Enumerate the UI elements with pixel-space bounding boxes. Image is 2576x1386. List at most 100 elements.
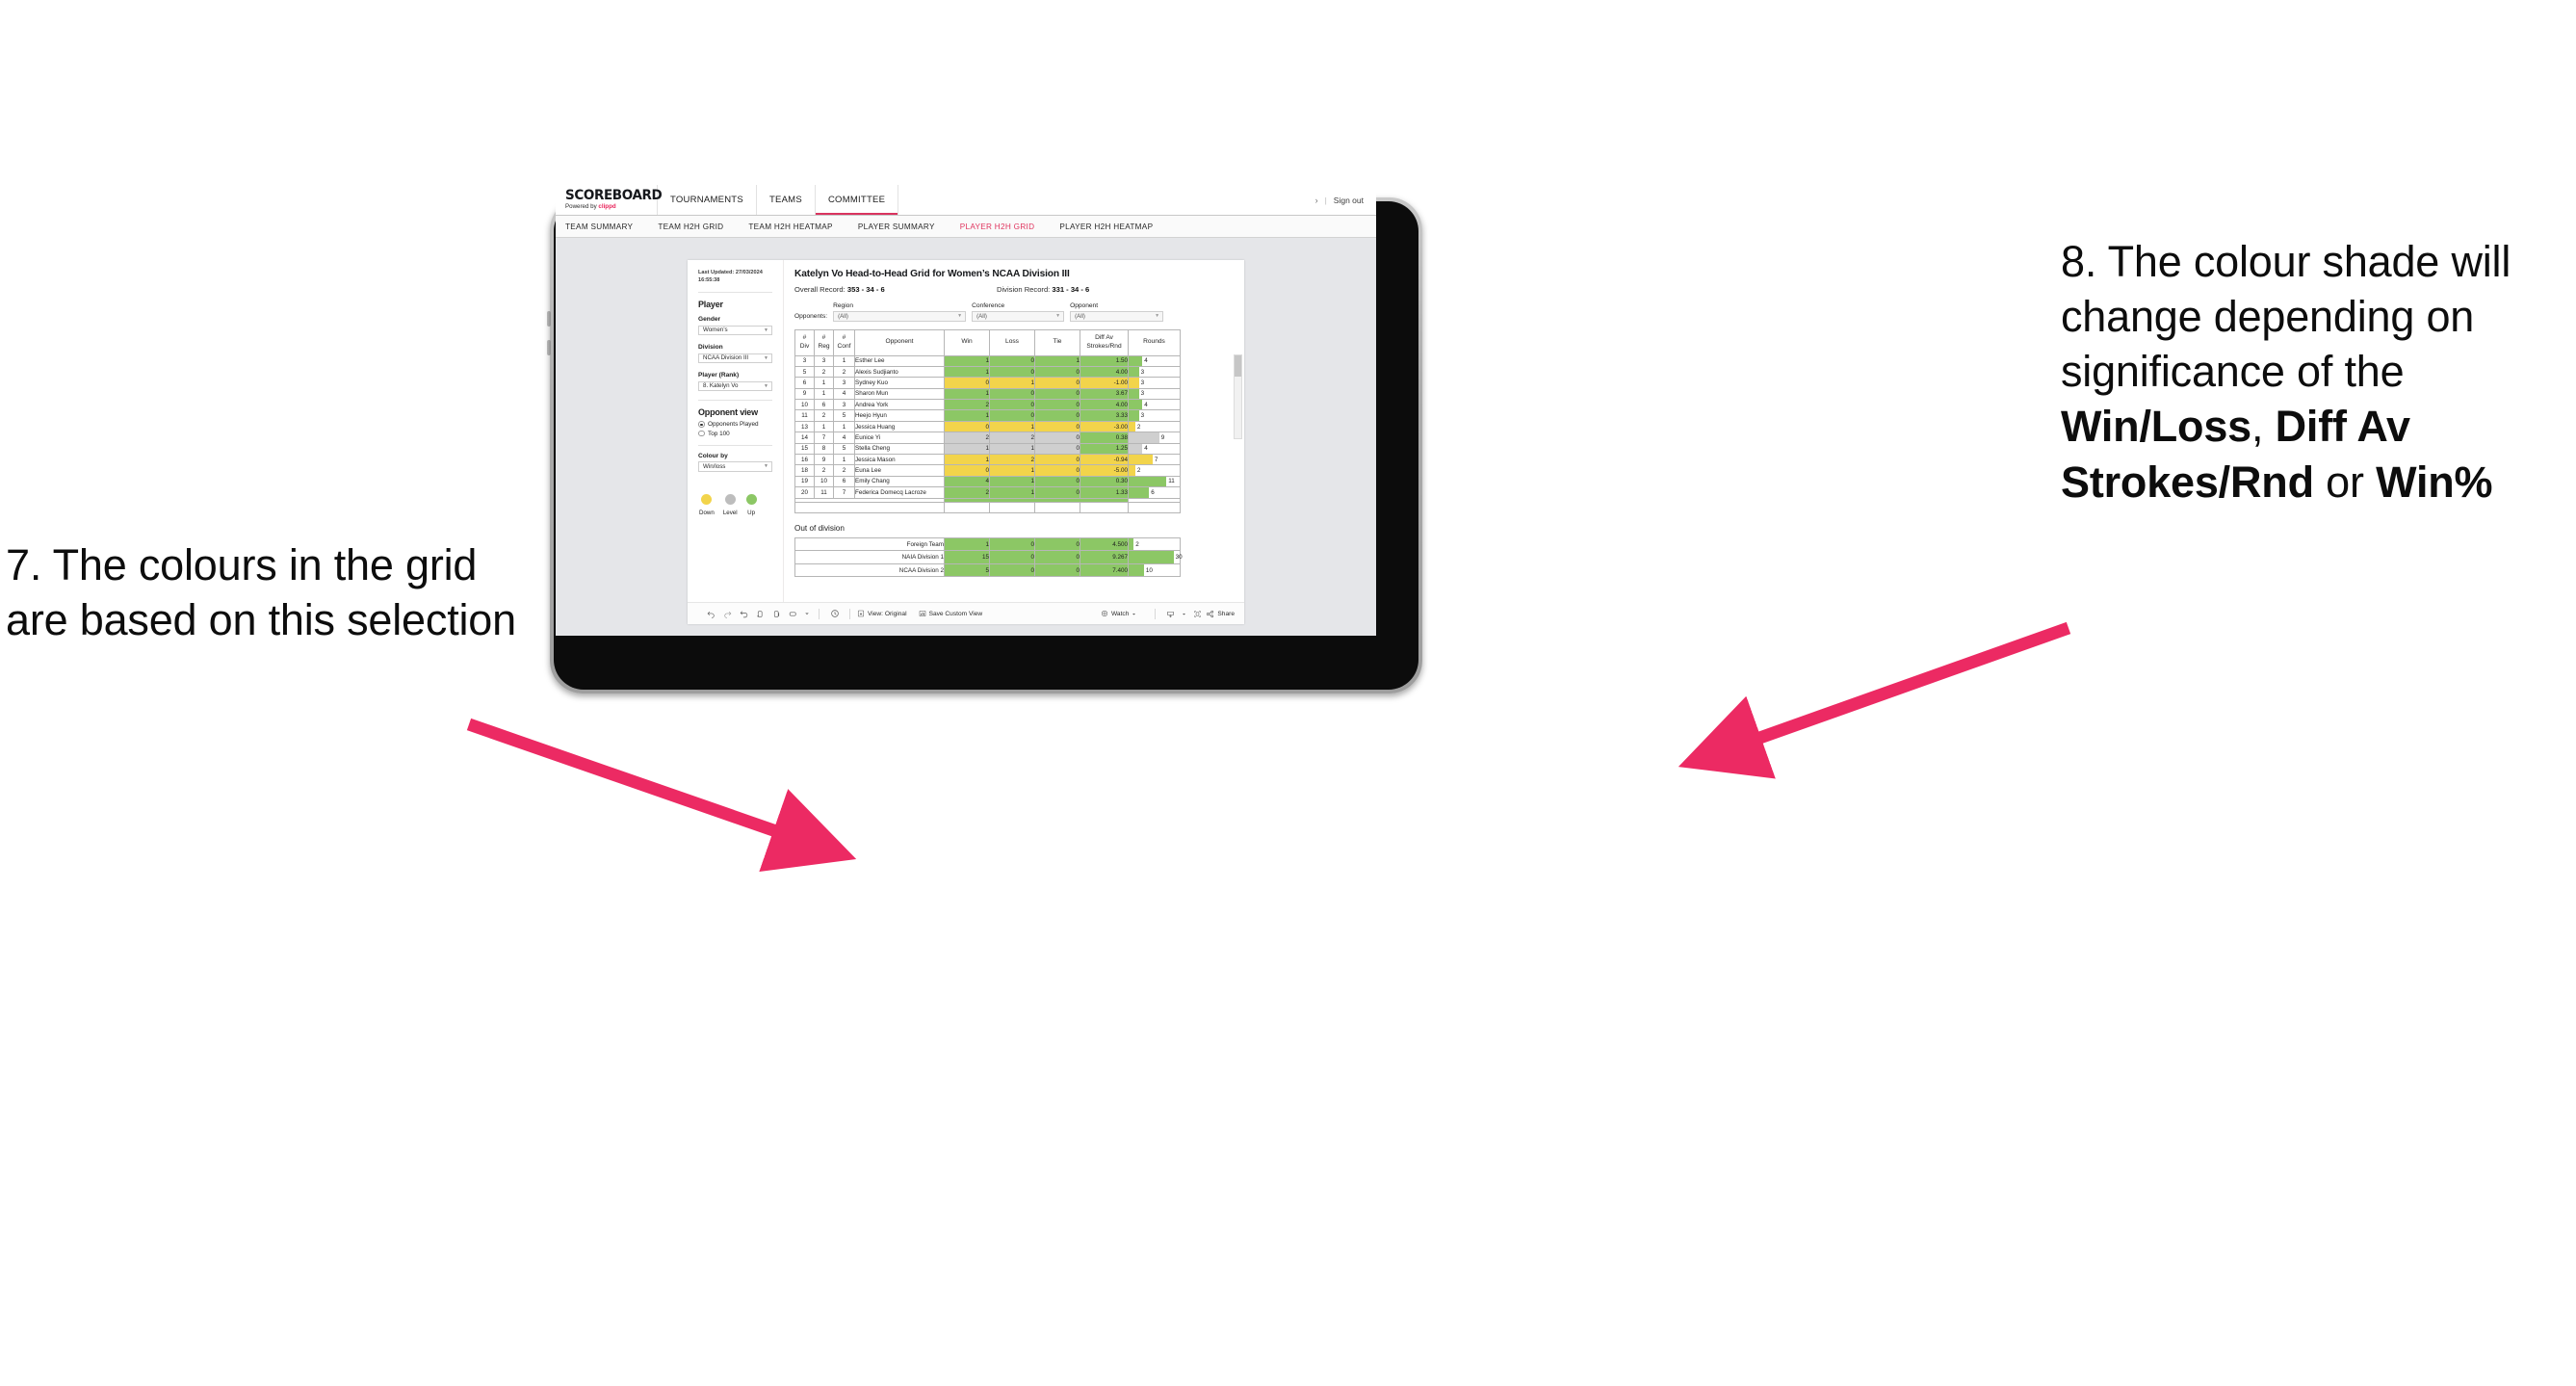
table-row[interactable]: 11 2 5 Heejo Hyun 1 0 0 3.33 3 bbox=[794, 409, 1181, 422]
subnav-team-summary[interactable]: TEAM SUMMARY bbox=[565, 222, 645, 231]
topnav-teams[interactable]: TEAMS bbox=[757, 185, 816, 215]
subnav-player-h2h-heatmap[interactable]: PLAYER H2H HEATMAP bbox=[1047, 222, 1165, 231]
revert-icon[interactable] bbox=[736, 610, 752, 618]
save-custom-view-button[interactable]: Save Custom View bbox=[919, 610, 983, 617]
cell-conf: 5 bbox=[833, 442, 855, 456]
table-row[interactable]: 20 11 7 Federica Domecq Lacroze 2 1 0 1.33 6 bbox=[794, 486, 1181, 499]
opponent-filter-select[interactable]: (All) ▼ bbox=[1070, 311, 1164, 322]
rounds-value: 10 bbox=[1145, 566, 1153, 574]
opponent-filters: Opponents: Region (All) ▼ Conference (Al… bbox=[794, 302, 1234, 322]
redo-icon[interactable] bbox=[719, 610, 736, 618]
cell-loss: 1 bbox=[989, 486, 1035, 499]
pause-updates-icon[interactable] bbox=[768, 610, 785, 618]
device-layout-icon[interactable] bbox=[785, 610, 801, 618]
brand-logo[interactable]: SCOREBOARD Powered by clippd bbox=[556, 185, 663, 215]
subnav-team-h2h-grid[interactable]: TEAM H2H GRID bbox=[645, 222, 736, 231]
toolbar-divider-2 bbox=[849, 608, 850, 619]
table-row[interactable]: 19 10 6 Emily Chang 4 1 0 0.30 11 bbox=[794, 475, 1181, 488]
rounds-value: 6 bbox=[1151, 488, 1155, 496]
rounds-bar bbox=[1129, 400, 1143, 410]
cell-reg: 3 bbox=[814, 354, 834, 367]
share-label: Share bbox=[1217, 610, 1235, 617]
rounds-value: 3 bbox=[1140, 390, 1145, 398]
cell-win: 0 bbox=[944, 464, 990, 477]
cell-rounds: 2 bbox=[1128, 536, 1181, 552]
topnav-tournaments[interactable]: TOURNAMENTS bbox=[658, 185, 757, 215]
rounds-value: 11 bbox=[1168, 478, 1175, 485]
save-custom-view-label: Save Custom View bbox=[928, 610, 983, 617]
share-button[interactable]: Share bbox=[1206, 610, 1235, 618]
alerts-icon[interactable] bbox=[826, 609, 843, 618]
grid-col-header[interactable]: Diff Av Strokes/Rnd bbox=[1080, 328, 1129, 356]
view-original-button[interactable]: View: Original bbox=[857, 610, 907, 617]
radio-top-100[interactable]: Top 100 bbox=[698, 431, 772, 437]
radio-icon bbox=[698, 430, 705, 437]
grid-col-header[interactable]: Loss bbox=[989, 328, 1035, 356]
grid-scrollbar[interactable] bbox=[1234, 353, 1242, 439]
download-caret-icon[interactable] bbox=[1179, 612, 1189, 616]
cell-group-name: Foreign Team bbox=[794, 536, 945, 552]
sidebar-divider-3 bbox=[698, 444, 772, 446]
cell-win: 1 bbox=[944, 354, 990, 367]
cell-loss: 0 bbox=[989, 365, 1035, 379]
table-row[interactable]: 16 9 1 Jessica Mason 1 2 0 -0.94 7 bbox=[794, 453, 1181, 466]
grid-scrollbar-thumb[interactable] bbox=[1235, 354, 1241, 377]
table-row[interactable]: 3 3 1 Esther Lee 1 0 1 1.50 4 bbox=[794, 354, 1181, 367]
cell-div: 10 bbox=[794, 399, 815, 411]
player-rank-select[interactable]: 8. Katelyn Vo ▼ bbox=[698, 380, 772, 392]
table-row[interactable]: 15 8 5 Stella Cheng 1 1 0 1.25 4 bbox=[794, 442, 1181, 456]
fullscreen-icon[interactable] bbox=[1189, 610, 1206, 618]
radio-top-100-label: Top 100 bbox=[708, 430, 730, 437]
subnav-player-h2h-grid[interactable]: PLAYER H2H GRID bbox=[948, 222, 1048, 231]
grid-col-header[interactable]: # Div bbox=[794, 328, 815, 356]
grid-col-header[interactable]: Tie bbox=[1034, 328, 1080, 356]
table-row[interactable]: Foreign Team 1 0 0 4.500 2 bbox=[794, 536, 1181, 552]
annotation-8-bold-winloss: Win/Loss bbox=[2061, 402, 2251, 452]
opponents-filter-label: Opponents: bbox=[794, 312, 828, 320]
undo-icon[interactable] bbox=[703, 610, 719, 618]
conference-filter-select[interactable]: (All) ▼ bbox=[972, 311, 1065, 322]
grid-col-header[interactable]: Opponent bbox=[854, 328, 945, 356]
table-row[interactable]: 5 2 2 Alexis Sudjianto 1 0 0 4.00 3 bbox=[794, 365, 1181, 379]
cell-diff: 0.38 bbox=[1080, 431, 1129, 444]
cell-reg: 2 bbox=[814, 409, 834, 422]
division-record-label: Division Record: bbox=[997, 285, 1053, 294]
table-row[interactable]: 9 1 4 Sharon Mun 1 0 0 3.67 3 bbox=[794, 387, 1181, 401]
table-row[interactable]: 6 1 3 Sydney Kuo 0 1 0 -1.00 3 bbox=[794, 377, 1181, 389]
refresh-data-icon[interactable] bbox=[752, 610, 768, 618]
table-row[interactable]: NAIA Division 1 15 0 0 9.267 30 bbox=[794, 550, 1183, 564]
cell-win: 1 bbox=[944, 442, 990, 456]
gender-select[interactable]: Women’s ▼ bbox=[698, 325, 772, 336]
table-row[interactable]: 18 2 2 Euna Lee 0 1 0 -5.00 2 bbox=[794, 464, 1181, 477]
colour-by-value: Win/loss bbox=[703, 462, 726, 470]
share-icon bbox=[1207, 610, 1214, 617]
download-icon[interactable] bbox=[1162, 610, 1179, 618]
sign-out-link[interactable]: Sign out bbox=[1334, 196, 1364, 205]
cell-diff: -5.00 bbox=[1080, 464, 1129, 477]
radio-opponents-played[interactable]: Opponents Played bbox=[698, 421, 772, 428]
cell-win: 2 bbox=[944, 486, 990, 499]
table-row[interactable]: 13 1 1 Jessica Huang 0 1 0 -3.00 2 bbox=[794, 420, 1181, 433]
grid-col-header[interactable]: Win bbox=[944, 328, 990, 356]
tablet-volume-down-button[interactable] bbox=[547, 340, 551, 355]
table-row[interactable]: 14 7 4 Eunice Yi 2 2 0 0.38 9 bbox=[794, 431, 1181, 444]
region-filter-select[interactable]: (All) ▼ bbox=[833, 311, 967, 322]
tablet-volume-up-button[interactable] bbox=[547, 311, 551, 327]
grid-col-header[interactable]: Rounds bbox=[1128, 328, 1181, 356]
topnav-committee[interactable]: COMMITTEE bbox=[815, 185, 899, 216]
out-of-division-body: Foreign Team 1 0 0 4.500 2 NAIA Division 1 15 0 0… bbox=[794, 536, 1183, 578]
table-row[interactable]: NCAA Division 2 5 0 0 7.400 10 bbox=[794, 562, 1181, 578]
subnav-player-summary[interactable]: PLAYER SUMMARY bbox=[846, 222, 948, 231]
colour-by-select[interactable]: Win/loss ▼ bbox=[698, 461, 772, 472]
cell-div: 14 bbox=[794, 431, 815, 444]
subnav-team-h2h-heatmap[interactable]: TEAM H2H HEATMAP bbox=[736, 222, 845, 231]
grid-col-header[interactable]: # Reg bbox=[814, 328, 834, 356]
division-select[interactable]: NCAA Division III ▼ bbox=[698, 353, 772, 364]
device-layout-caret-icon[interactable] bbox=[801, 611, 812, 616]
grid-col-header[interactable]: # Conf bbox=[833, 328, 855, 356]
cell-win: 4 bbox=[944, 475, 990, 488]
rounds-value: 2 bbox=[1136, 467, 1141, 475]
expand-chevron-icon[interactable]: › bbox=[1315, 196, 1318, 205]
table-row[interactable]: 10 6 3 Andrea York 2 0 0 4.00 4 bbox=[794, 399, 1181, 411]
watch-button[interactable]: Watch bbox=[1101, 610, 1136, 617]
